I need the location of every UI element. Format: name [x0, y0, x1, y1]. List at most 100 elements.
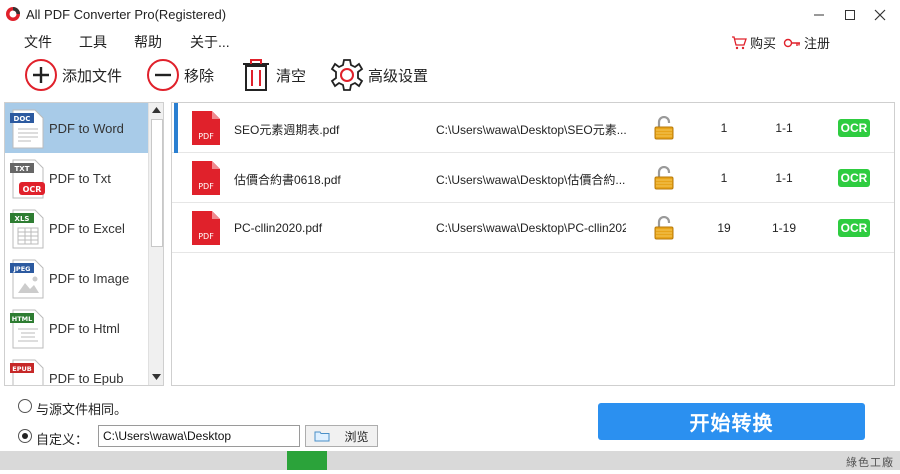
file-row[interactable]: PDF PC-cllin2020.pdf C:\Users\wawa\Deskt…	[172, 203, 894, 253]
minimize-button[interactable]	[803, 0, 835, 30]
page-count: 1	[720, 121, 728, 135]
conversion-type-list: DOC PDF to Word TXT OCR PDF to Txt XLS P…	[4, 102, 164, 386]
menu-help[interactable]: 帮助	[134, 32, 162, 52]
txt-file-icon: TXT OCR	[10, 159, 45, 199]
xls-file-icon: XLS	[10, 209, 44, 249]
sidebar-item-label: PDF to Word	[49, 120, 124, 136]
svg-text:HTML: HTML	[12, 315, 32, 323]
html-file-icon: HTML	[10, 309, 44, 349]
toolbar: 添加文件 移除 清空 高级设置	[0, 54, 900, 98]
file-path: C:\Users\wawa\Desktop\SEO元素...	[436, 123, 626, 137]
advanced-settings-label: 高级设置	[368, 67, 429, 85]
svg-text:TXT: TXT	[15, 165, 30, 173]
file-row[interactable]: PDF SEO元素週期表.pdf C:\Users\wawa\Desktop\S…	[172, 103, 894, 153]
minimize-icon	[814, 14, 824, 16]
clear-button[interactable]: 清空	[240, 58, 306, 92]
custom-path-radio[interactable]	[18, 429, 32, 443]
pdf-file-icon: PDF	[192, 111, 220, 145]
menu-file[interactable]: 文件	[24, 32, 52, 52]
cart-icon	[732, 35, 747, 49]
ocr-badge[interactable]: OCR	[838, 119, 870, 137]
svg-text:EPUB: EPUB	[12, 365, 31, 373]
sidebar-item-pdf-to-txt[interactable]: TXT OCR PDF to Txt	[5, 153, 148, 203]
custom-path-label: 自定义：	[36, 432, 89, 447]
sidebar-scrollbar[interactable]	[148, 103, 163, 385]
page-range[interactable]: 1-19	[756, 221, 812, 235]
watermark: 綠色工廠	[846, 457, 894, 469]
file-path: C:\Users\wawa\Desktop\PC-cllin202...	[436, 221, 626, 235]
page-range[interactable]: 1-1	[756, 121, 812, 135]
doc-file-icon: DOC	[10, 109, 44, 149]
sidebar-item-pdf-to-excel[interactable]: XLS PDF to Excel	[5, 203, 148, 253]
title-bar: All PDF Converter Pro(Registered)	[0, 0, 900, 30]
scroll-down-icon[interactable]	[152, 374, 161, 380]
svg-text:PDF: PDF	[198, 182, 214, 191]
menu-about[interactable]: 关于...	[190, 32, 230, 52]
file-list: PDF SEO元素週期表.pdf C:\Users\wawa\Desktop\S…	[171, 102, 895, 386]
remove-button[interactable]: 移除	[146, 58, 214, 92]
advanced-settings-button[interactable]: 高级设置	[330, 58, 428, 92]
page-count: 19	[717, 221, 731, 235]
plus-circle-icon	[25, 59, 57, 91]
output-path-input[interactable]	[98, 425, 300, 447]
browse-label: 浏览	[344, 429, 369, 444]
sidebar-item-label: PDF to Html	[49, 320, 120, 336]
sidebar-item-pdf-to-word[interactable]: DOC PDF to Word	[5, 103, 148, 153]
sidebar-item-pdf-to-epub[interactable]: EPUB PDF to Epub	[5, 353, 148, 386]
buy-label: 购买	[750, 36, 777, 51]
svg-text:JPEG: JPEG	[13, 265, 31, 273]
trash-icon	[243, 59, 269, 91]
buy-link[interactable]: 购买	[731, 33, 776, 52]
svg-text:DOC: DOC	[14, 115, 31, 123]
start-convert-button[interactable]: 开始转换	[598, 403, 865, 440]
sidebar-item-label: PDF to Txt	[49, 170, 111, 186]
remove-label: 移除	[184, 67, 215, 85]
sidebar-item-pdf-to-html[interactable]: HTML PDF to Html	[5, 303, 148, 353]
clear-label: 清空	[276, 67, 307, 85]
ocr-badge[interactable]: OCR	[838, 219, 870, 237]
browse-button[interactable]: 浏览	[305, 425, 378, 447]
ocr-badge[interactable]: OCR	[838, 169, 870, 187]
unlocked-padlock-icon[interactable]	[654, 166, 674, 190]
minus-circle-icon	[147, 59, 179, 91]
file-name: SEO元素週期表.pdf	[234, 123, 340, 137]
maximize-icon	[845, 10, 855, 20]
maximize-button[interactable]	[834, 0, 866, 30]
menu-tools[interactable]: 工具	[79, 32, 107, 52]
register-label: 注册	[804, 36, 831, 51]
add-file-label: 添加文件	[62, 67, 123, 85]
sidebar-item-pdf-to-image[interactable]: JPEG PDF to Image	[5, 253, 148, 303]
svg-text:XLS: XLS	[15, 215, 30, 223]
close-icon	[874, 9, 886, 21]
same-as-source-label: 与源文件相同。	[36, 402, 128, 417]
sidebar-item-label: PDF to Excel	[49, 220, 125, 236]
scroll-thumb[interactable]	[151, 119, 163, 247]
close-button[interactable]	[864, 0, 896, 30]
file-row[interactable]: PDF 估價合約書0618.pdf C:\Users\wawa\Desktop\…	[172, 153, 894, 203]
progress-fill	[287, 451, 327, 470]
gear-icon	[330, 59, 364, 91]
unlocked-padlock-icon[interactable]	[654, 116, 674, 140]
window-title: All PDF Converter Pro(Registered)	[26, 7, 227, 22]
svg-text:PDF: PDF	[198, 132, 214, 141]
unlocked-padlock-icon[interactable]	[654, 216, 674, 240]
app-logo-icon	[6, 7, 20, 21]
file-path: C:\Users\wawa\Desktop\估價合約...	[436, 173, 626, 187]
page-range[interactable]: 1-1	[756, 171, 812, 185]
key-icon	[783, 38, 800, 47]
epub-file-icon: EPUB	[10, 359, 44, 385]
register-link[interactable]: 注册	[783, 33, 830, 52]
sidebar-item-label: PDF to Epub	[49, 370, 124, 386]
same-as-source-radio[interactable]	[18, 399, 32, 413]
sidebar-item-label: PDF to Image	[49, 270, 130, 286]
file-name: PC-cllin2020.pdf	[234, 221, 323, 235]
folder-icon	[314, 431, 330, 442]
progress-bar	[0, 451, 900, 470]
scroll-up-icon[interactable]	[152, 107, 161, 113]
svg-text:PDF: PDF	[198, 232, 214, 241]
page-count: 1	[720, 171, 728, 185]
svg-text:OCR: OCR	[23, 185, 42, 194]
pdf-file-icon: PDF	[192, 211, 220, 245]
jpeg-file-icon: JPEG	[10, 259, 44, 299]
add-file-button[interactable]: 添加文件	[24, 58, 122, 92]
